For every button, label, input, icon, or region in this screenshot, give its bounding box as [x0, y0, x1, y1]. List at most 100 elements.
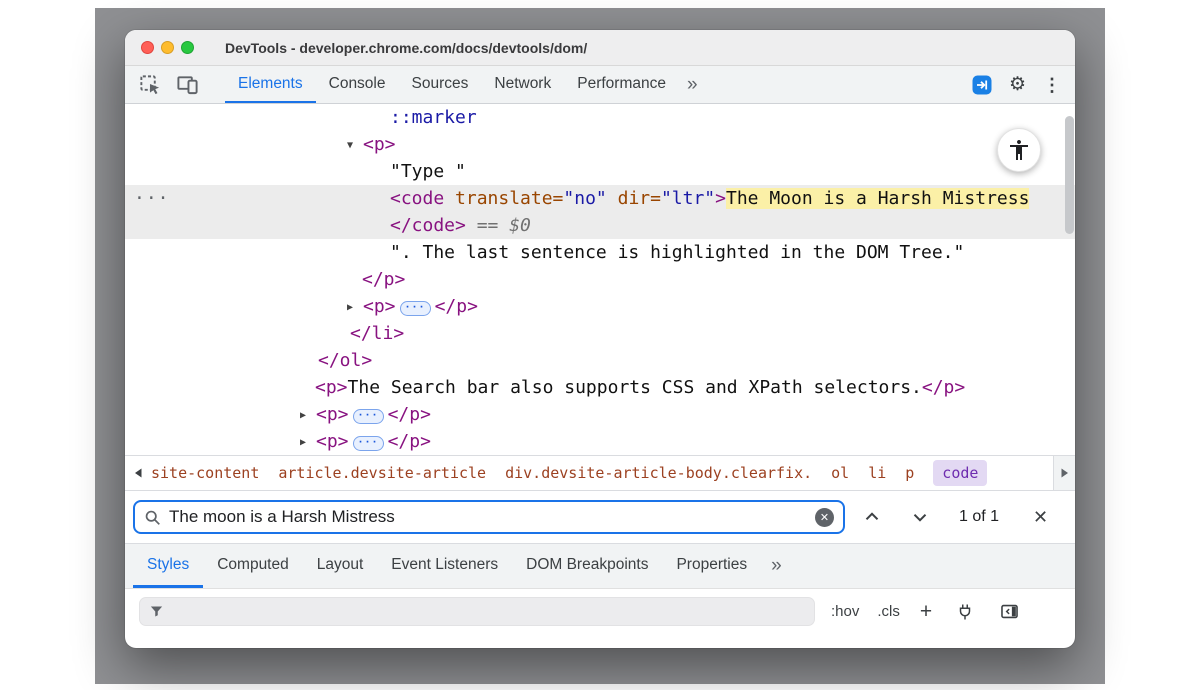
vertical-scrollbar[interactable]: [1065, 116, 1074, 234]
search-box[interactable]: ✕: [133, 500, 845, 534]
minimize-window-button[interactable]: [161, 41, 174, 54]
dom-token: "no": [563, 188, 606, 209]
tab-elements[interactable]: Elements: [225, 66, 316, 103]
dom-token: >: [715, 188, 726, 209]
dom-tree-row[interactable]: ▼<p>: [125, 131, 1075, 158]
dom-token: "ltr": [661, 188, 715, 209]
breadcrumb-article-devsite-article[interactable]: article.devsite-article: [278, 464, 486, 482]
breadcrumb-code[interactable]: code: [933, 460, 987, 486]
expand-node-icon[interactable]: ▶: [347, 294, 363, 321]
breadcrumb-div-devsite-article-body-clearfix[interactable]: div.devsite-article-body.clearfix.: [505, 464, 812, 482]
previous-match-icon[interactable]: [861, 506, 883, 528]
dom-token: <code: [390, 188, 444, 209]
dom-token: </p>: [388, 431, 431, 452]
main-tabs: ElementsConsoleSourcesNetworkPerformance: [225, 66, 679, 103]
breadcrumb-scroll-left-icon[interactable]: [125, 456, 151, 490]
styles-filter-box[interactable]: [139, 597, 815, 626]
settings-gear-icon[interactable]: ⚙: [1009, 75, 1026, 94]
tab-event-listeners[interactable]: Event Listeners: [377, 544, 512, 588]
maximize-window-button[interactable]: [181, 41, 194, 54]
tab-styles[interactable]: Styles: [133, 544, 203, 588]
dom-token: "Type ": [390, 161, 466, 182]
new-style-rule-button[interactable]: +: [920, 601, 932, 622]
dom-tree-row[interactable]: "Type ": [125, 158, 1075, 185]
expand-inline-button[interactable]: ···: [353, 409, 384, 424]
styles-filter-input[interactable]: [171, 603, 805, 620]
dom-tree-row[interactable]: ▶<p>···</p>: [125, 401, 1075, 428]
device-toolbar-icon[interactable]: [176, 73, 199, 96]
accessibility-person-icon[interactable]: [997, 128, 1041, 172]
search-input[interactable]: [169, 507, 807, 527]
expand-inline-button[interactable]: ···: [353, 436, 384, 451]
dom-token: ==: [466, 215, 509, 236]
breadcrumb-ol[interactable]: ol: [831, 464, 849, 482]
dom-token: The Search bar also supports CSS and XPa…: [348, 377, 922, 398]
dom-token: <p>: [363, 296, 396, 317]
tab-network[interactable]: Network: [481, 66, 564, 103]
filter-funnel-icon: [149, 604, 164, 619]
collapse-node-icon[interactable]: ▼: [347, 132, 363, 159]
dom-token: dir=: [607, 188, 661, 209]
dom-tree-row[interactable]: ▶<p> ··· </p>: [125, 428, 1075, 455]
traffic-lights: [141, 41, 194, 54]
dom-tree-row[interactable]: </code> == $0: [125, 212, 1075, 239]
plug-icon[interactable]: [956, 603, 974, 621]
dom-tree-row[interactable]: ▶<p>···</p>: [125, 293, 1075, 320]
elements-panel: ::marker▼<p>"Type "···<code translate="n…: [125, 104, 1075, 455]
devtools-toolbar: ElementsConsoleSourcesNetworkPerformance…: [125, 66, 1075, 104]
dom-token: <p>: [315, 377, 348, 398]
breadcrumb-li[interactable]: li: [868, 464, 886, 482]
dom-token: ::marker: [390, 107, 477, 128]
toggle-element-state-button[interactable]: :hov: [831, 603, 859, 620]
dom-token: </li>: [350, 323, 404, 344]
dom-tree-row[interactable]: </p>: [125, 266, 1075, 293]
tab-properties[interactable]: Properties: [662, 544, 761, 588]
toolbar-right-actions: ⚙ ⋮: [972, 75, 1061, 95]
tab-computed[interactable]: Computed: [203, 544, 303, 588]
dock-side-icon[interactable]: [972, 75, 992, 95]
dom-tree-row[interactable]: ::marker: [125, 104, 1075, 131]
dom-tree-row[interactable]: ···<code translate="no" dir="ltr">The Mo…: [125, 185, 1075, 212]
close-window-button[interactable]: [141, 41, 154, 54]
breadcrumb-site-content[interactable]: site-content: [151, 464, 259, 482]
dom-tree-row[interactable]: ". The last sentence is highlighted in t…: [125, 239, 1075, 266]
more-tabs-icon[interactable]: »: [687, 75, 698, 94]
dom-tree-row[interactable]: </li>: [125, 320, 1075, 347]
styles-more-tabs-icon[interactable]: »: [761, 544, 792, 588]
clear-search-icon[interactable]: ✕: [815, 508, 834, 527]
dom-token: </ol>: [318, 350, 372, 371]
dom-search-bar: ✕ 1 of 1 ✕: [125, 490, 1075, 543]
tab-performance[interactable]: Performance: [564, 66, 679, 103]
close-search-icon[interactable]: ✕: [1033, 508, 1048, 526]
dom-tree-row[interactable]: <p>The Search bar also supports CSS and …: [125, 374, 1075, 401]
expand-inline-button[interactable]: ···: [400, 301, 431, 316]
dom-tree-row[interactable]: </ol>: [125, 347, 1075, 374]
dom-token: </code>: [390, 215, 466, 236]
tab-console[interactable]: Console: [316, 66, 399, 103]
dom-token: <p>: [316, 431, 349, 452]
styles-filter-bar: :hov .cls +: [125, 589, 1075, 634]
tab-dom-breakpoints[interactable]: DOM Breakpoints: [512, 544, 662, 588]
expand-node-icon[interactable]: ▶: [300, 402, 316, 429]
breadcrumb-p[interactable]: p: [905, 464, 914, 482]
dom-token: </p>: [388, 404, 431, 425]
window-title: DevTools - developer.chrome.com/docs/dev…: [225, 40, 587, 56]
toggle-sidebar-icon[interactable]: [1000, 602, 1019, 621]
breadcrumb-list: site-content article.devsite-article div.d…: [151, 460, 987, 486]
dom-token: </p>: [362, 269, 405, 290]
expand-node-icon[interactable]: ▶: [300, 429, 316, 455]
tab-layout[interactable]: Layout: [303, 544, 378, 588]
devtools-window: DevTools - developer.chrome.com/docs/dev…: [125, 30, 1075, 648]
next-match-icon[interactable]: [909, 506, 931, 528]
inspect-element-icon[interactable]: [138, 73, 161, 96]
tab-sources[interactable]: Sources: [399, 66, 482, 103]
breadcrumb-bar: site-content article.devsite-article div.d…: [125, 455, 1075, 490]
dom-token: translate=: [444, 188, 563, 209]
kebab-menu-icon[interactable]: ⋮: [1043, 76, 1061, 94]
row-more-icon[interactable]: ···: [134, 185, 170, 212]
match-count: 1 of 1: [959, 508, 999, 526]
dom-token: $0: [509, 215, 531, 236]
breadcrumb-scroll-right-icon[interactable]: [1053, 456, 1075, 490]
dom-token: <p>: [363, 134, 396, 155]
element-classes-button[interactable]: .cls: [877, 603, 900, 620]
